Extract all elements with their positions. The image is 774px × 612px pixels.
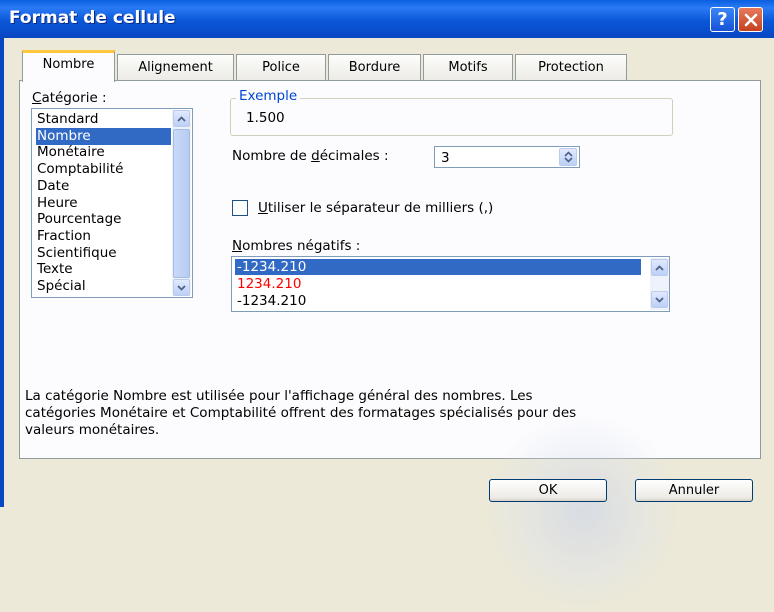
watermark-glow	[483, 412, 683, 612]
decimals-spin-buttons[interactable]	[559, 148, 577, 166]
tab-protection[interactable]: Protection	[515, 54, 627, 80]
decimals-spinner[interactable]: 3	[434, 146, 580, 168]
tab-police[interactable]: Police	[236, 54, 326, 80]
tab-nombre[interactable]: Nombre	[22, 50, 115, 82]
category-listbox[interactable]: Standard Nombre Monétaire Comptabilité Date H…	[31, 108, 193, 298]
close-button[interactable]	[738, 7, 763, 32]
example-value: 1.500	[246, 110, 285, 126]
category-item[interactable]: Nombre	[36, 127, 171, 145]
window-title: Format de cellule	[9, 8, 176, 28]
category-item[interactable]: Monétaire	[36, 144, 171, 161]
category-item[interactable]: Texte	[36, 261, 171, 278]
category-item[interactable]: Date	[36, 178, 171, 195]
decimals-label: Nombre de décimales :	[232, 148, 389, 164]
question-icon: ?	[717, 8, 728, 30]
scroll-down-button[interactable]	[173, 279, 190, 296]
decimals-value: 3	[441, 150, 450, 166]
tab-alignement[interactable]: Alignement	[117, 54, 234, 80]
ok-button[interactable]: OK	[489, 479, 607, 502]
window-frame	[0, 38, 4, 507]
chevron-down-icon	[655, 296, 664, 303]
negative-format-item[interactable]: -1234.210	[235, 293, 641, 309]
example-legend: Exemple	[236, 88, 301, 104]
category-item[interactable]: Pourcentage	[36, 211, 171, 228]
tab-bordure[interactable]: Bordure	[328, 54, 421, 80]
chevron-down-icon	[177, 284, 186, 291]
scroll-down-button[interactable]	[651, 291, 668, 308]
negative-format-item[interactable]: -1234.210	[235, 259, 641, 275]
negative-numbers-listbox[interactable]: -1234.210 1234.210 -1234.210	[231, 256, 670, 312]
category-item[interactable]: Spécial	[36, 278, 171, 295]
scroll-up-button[interactable]	[651, 259, 668, 276]
cancel-button[interactable]: Annuler	[635, 479, 753, 502]
chevron-up-icon	[655, 264, 664, 271]
category-item[interactable]: Comptabilité	[36, 161, 171, 178]
close-icon	[744, 13, 757, 26]
category-item[interactable]: Standard	[36, 111, 171, 128]
negative-numbers-label: Nombres négatifs :	[232, 238, 361, 254]
thousands-separator-label: Utiliser le séparateur de milliers (,)	[258, 200, 494, 216]
category-item[interactable]: Scientifique	[36, 245, 171, 262]
category-item[interactable]: Heure	[36, 195, 171, 212]
negative-format-item[interactable]: 1234.210	[235, 276, 641, 292]
category-scrollbar[interactable]	[172, 110, 191, 296]
scroll-thumb[interactable]	[173, 129, 190, 278]
category-item[interactable]: Fraction	[36, 228, 171, 245]
spin-up-down-icon	[563, 151, 573, 163]
thousands-separator-checkbox[interactable]	[232, 200, 248, 216]
tab-motifs[interactable]: Motifs	[423, 54, 513, 80]
category-label: Catégorie :	[32, 90, 107, 106]
chevron-up-icon	[177, 115, 186, 122]
scroll-up-button[interactable]	[173, 110, 190, 127]
help-button[interactable]: ?	[710, 7, 735, 32]
negative-scrollbar[interactable]	[650, 258, 669, 310]
